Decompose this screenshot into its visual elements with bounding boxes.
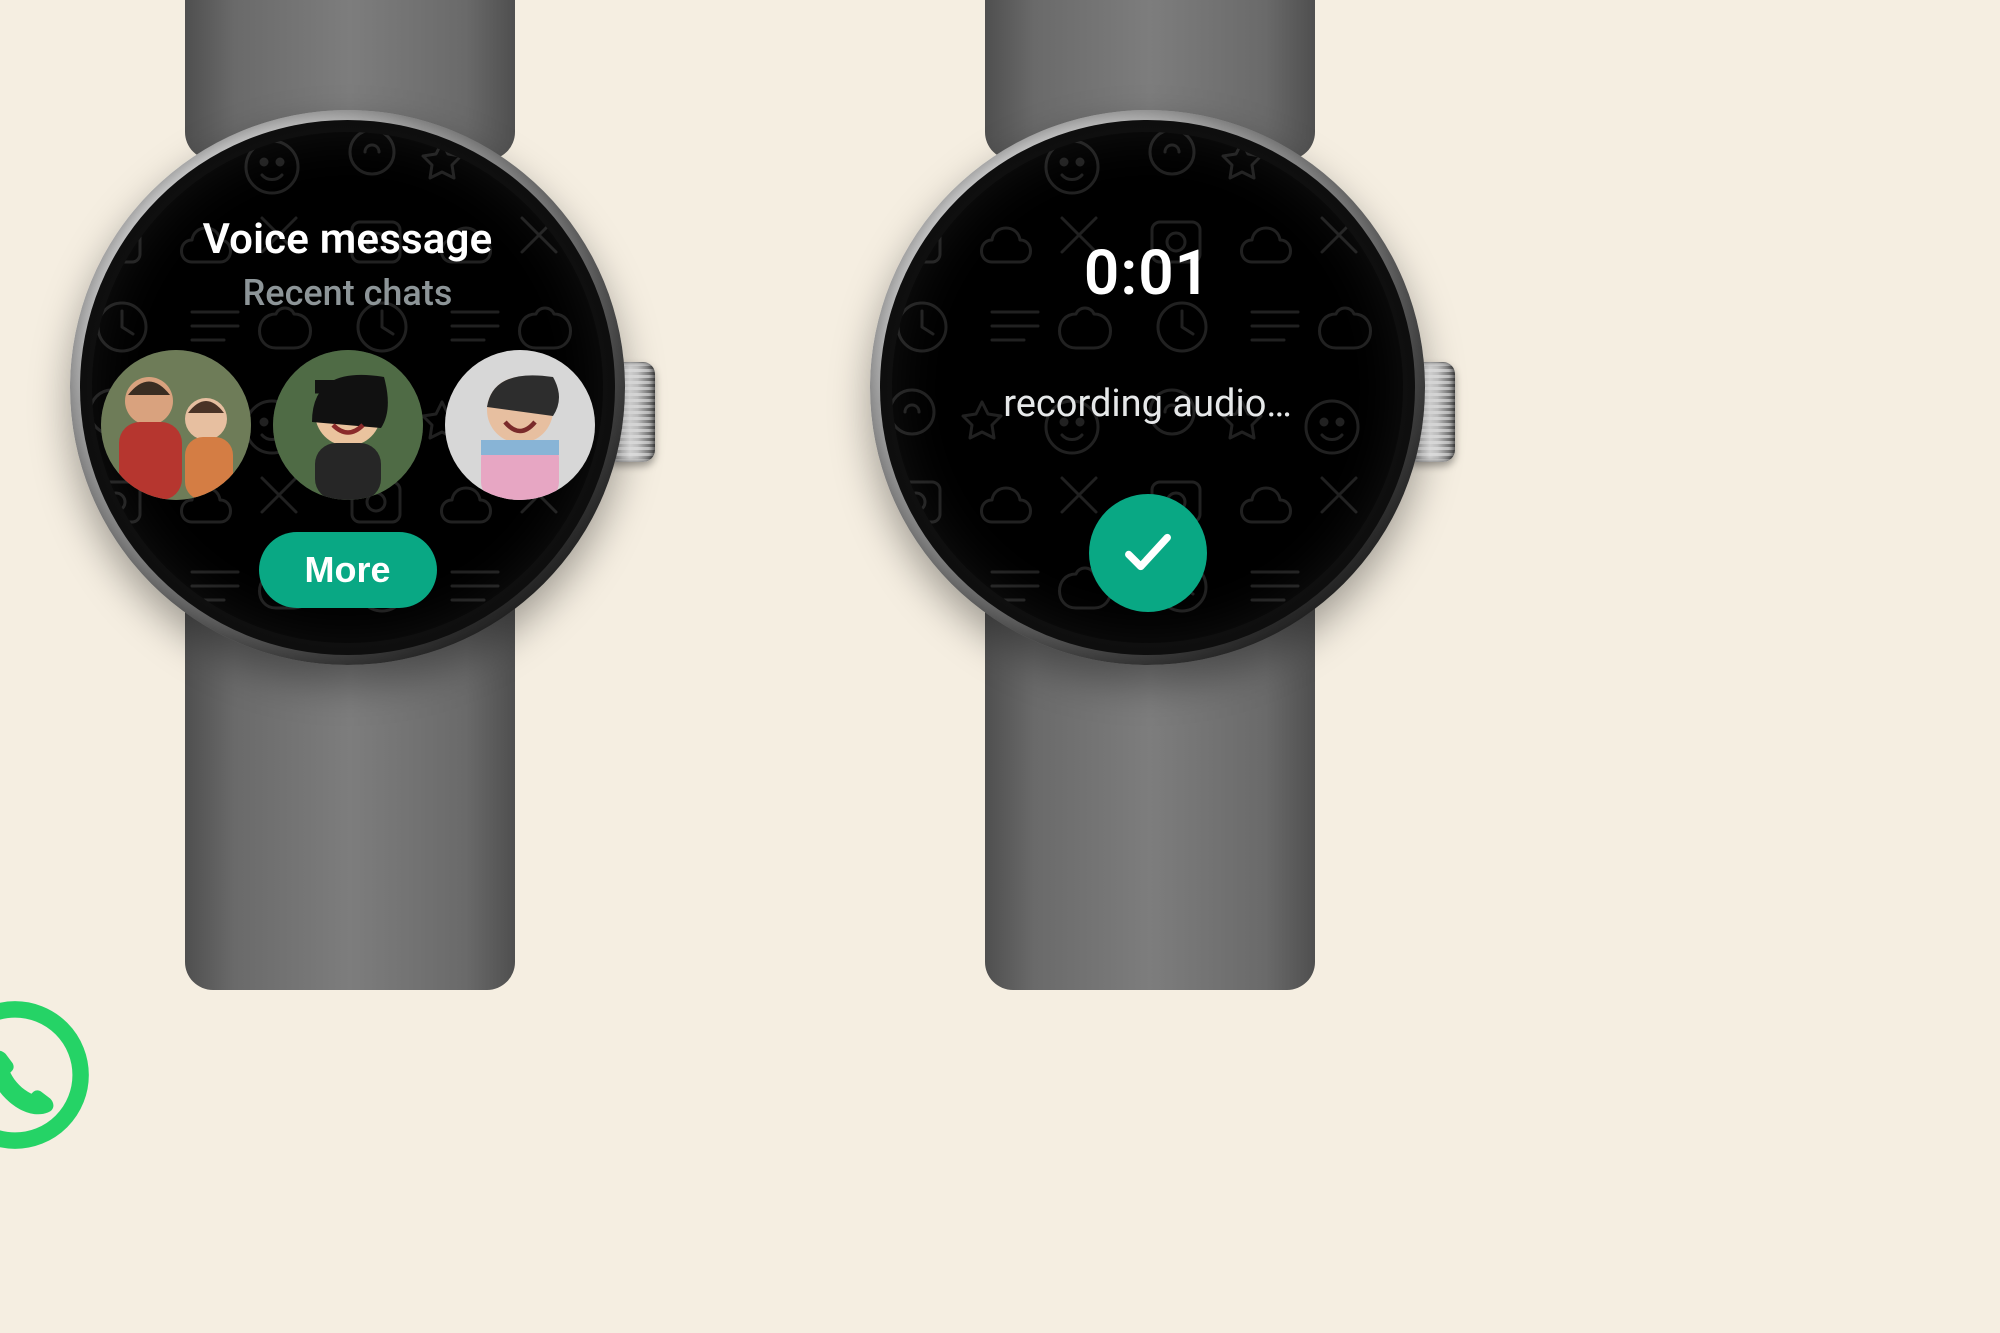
recording-status: recording audio… bbox=[892, 382, 1403, 426]
watch-face-recording: 0:01 recording audio… bbox=[892, 132, 1403, 643]
more-button[interactable]: More bbox=[258, 532, 436, 608]
watch-face-voice-message: Voice message Recent chats bbox=[92, 132, 603, 643]
recent-chats-label: Recent chats bbox=[92, 272, 603, 314]
avatar-contact-2[interactable] bbox=[273, 350, 423, 500]
checkmark-icon bbox=[1119, 523, 1177, 584]
avatar-contact-3[interactable] bbox=[445, 350, 595, 500]
recording-timer: 0:01 bbox=[892, 237, 1403, 310]
avatar-contact-1[interactable] bbox=[101, 350, 251, 500]
recent-chats-avatars bbox=[92, 350, 603, 500]
screen-title: Voice message bbox=[92, 215, 603, 264]
whatsapp-icon bbox=[0, 1000, 90, 1150]
confirm-recording-button[interactable] bbox=[1089, 494, 1207, 612]
